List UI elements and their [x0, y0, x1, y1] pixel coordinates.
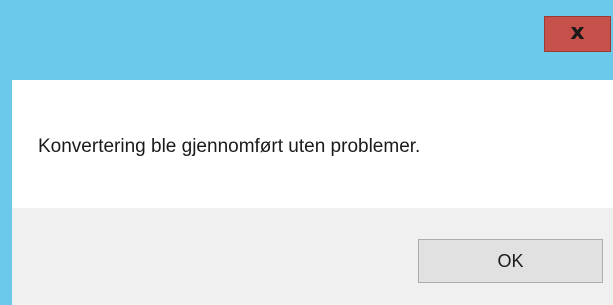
dialog-content: Konvertering ble gjennomført uten proble…	[12, 80, 613, 305]
dialog-message: Konvertering ble gjennomført uten proble…	[38, 136, 421, 157]
message-dialog: x Konvertering ble gjennomført uten prob…	[0, 0, 613, 305]
ok-button[interactable]: OK	[418, 239, 603, 283]
close-button[interactable]: x	[544, 16, 611, 52]
close-icon: x	[570, 20, 585, 45]
button-bar: OK	[12, 208, 613, 305]
